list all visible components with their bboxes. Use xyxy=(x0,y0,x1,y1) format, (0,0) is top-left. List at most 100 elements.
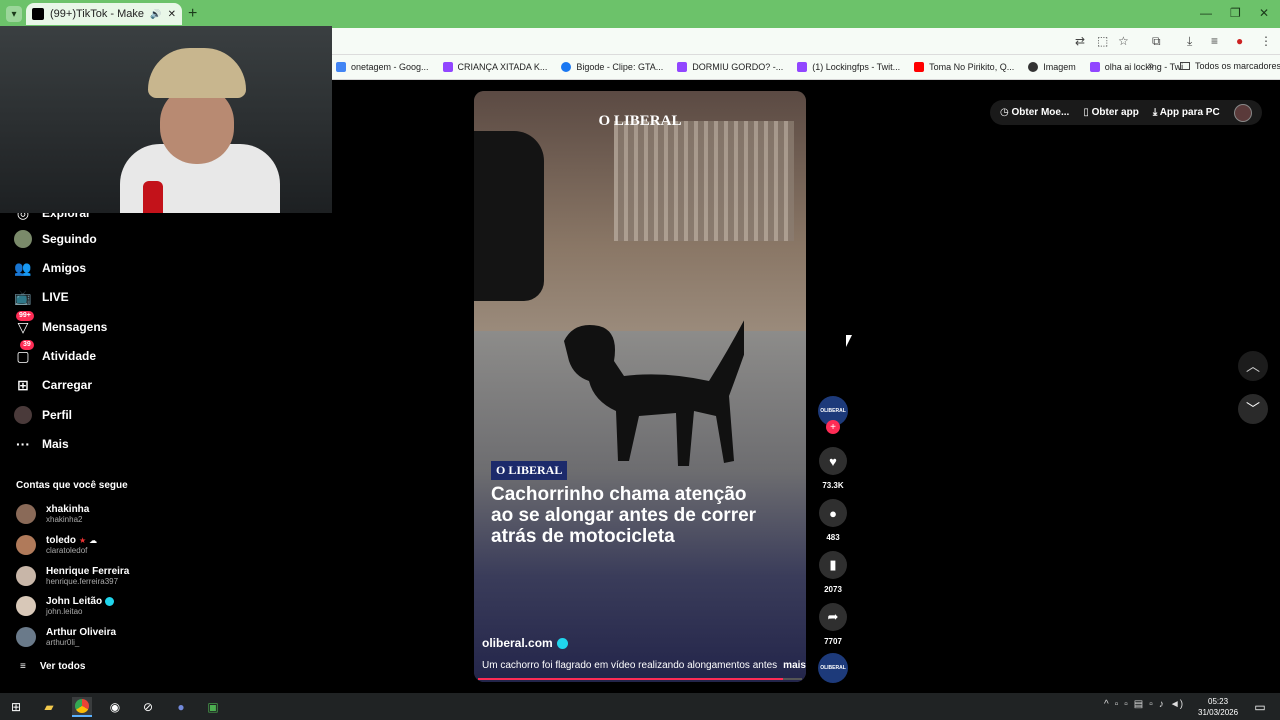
sidebar-item-label: Amigos xyxy=(42,261,87,275)
get-app-button[interactable]: ▯ Obter app xyxy=(1083,107,1139,118)
bookmark-icon: ▮ xyxy=(829,557,837,572)
notification-icon[interactable]: ▭ xyxy=(1250,697,1270,717)
get-coins-button[interactable]: ◷ Obter Moe... xyxy=(1000,107,1069,118)
sidebar-item-label: Mensagens xyxy=(42,320,108,334)
extensions-icon[interactable]: ⧉ xyxy=(1152,34,1161,49)
bookmark-item[interactable]: olha ai locking - Twi... xyxy=(1089,62,1191,72)
account-username: claratoledof xyxy=(46,546,88,555)
bookmark-item[interactable]: onetagem - Goog... xyxy=(336,62,429,72)
bookmark-item[interactable]: CRIANÇA XITADA K... xyxy=(442,62,547,72)
all-bookmarks-button[interactable]: Todos os marcadores xyxy=(1180,61,1280,71)
microphone-icon[interactable]: ♪ xyxy=(1159,699,1164,710)
bookmark-item[interactable]: DORMIU GORDO? -... xyxy=(677,62,783,72)
sidebar-item-atividade[interactable]: ▢ 39 Atividade xyxy=(14,340,96,365)
system-clock[interactable]: 05:23 31/03/2026 xyxy=(1198,696,1238,718)
bookmark-label: Imagem xyxy=(1043,62,1076,72)
new-tab-button[interactable]: + xyxy=(188,6,197,22)
profile-avatar[interactable] xyxy=(1233,103,1252,122)
bookmark-item[interactable]: (1) Lockingfps - Twit... xyxy=(797,62,900,72)
followed-account[interactable]: xhakinha xhakinha2 xyxy=(16,504,89,524)
bookmark-star-icon[interactable]: ☆ xyxy=(1118,34,1129,48)
share-group: ➦ 7707 xyxy=(818,603,848,646)
windows-start-icon[interactable]: ⊞ xyxy=(6,697,26,717)
restore-icon[interactable]: ❐ xyxy=(1230,6,1241,20)
tray-app-icon[interactable]: ▫ xyxy=(1115,699,1119,710)
activity-badge: 39 xyxy=(20,340,34,350)
gpu-tweak-icon[interactable]: ⊘ xyxy=(138,697,158,717)
bookmark-item[interactable]: Toma No Pirikito, Q... xyxy=(914,62,1014,72)
see-all-button[interactable]: ≡ Ver todos xyxy=(20,661,85,672)
network-icon[interactable]: ▤ xyxy=(1134,699,1143,710)
twitch-icon xyxy=(442,62,453,72)
tray-app-icon[interactable]: ▫ xyxy=(1124,699,1128,710)
bookmark-item[interactable]: Imagem xyxy=(1028,62,1076,72)
translate-icon[interactable]: ⇄ xyxy=(1075,34,1085,48)
activity-icon: ▢ 39 xyxy=(14,340,34,365)
next-video-button[interactable]: ﹀ xyxy=(1238,394,1268,424)
minimize-icon[interactable]: — xyxy=(1200,6,1212,20)
sidebar-item-seguindo[interactable]: Seguindo xyxy=(14,230,97,248)
chevron-down-icon: ﹀ xyxy=(1246,401,1260,417)
followed-account[interactable]: Henrique Ferreira henrique.ferreira397 xyxy=(16,566,129,586)
chrome-icon[interactable] xyxy=(72,697,92,717)
download-icon[interactable]: ⤓ xyxy=(1187,34,1192,49)
bookmarks-overflow-button[interactable]: » xyxy=(1148,60,1154,72)
save-button[interactable]: ▮ xyxy=(819,551,847,579)
like-button[interactable]: ♥ xyxy=(819,447,847,475)
bookmark-item[interactable]: Bigode - Clipe: GTA... xyxy=(561,62,663,72)
avatar xyxy=(16,566,36,586)
extension-shield-icon[interactable]: ● xyxy=(1236,34,1243,48)
following-section-title: Contas que você segue xyxy=(16,480,128,491)
verified-icon xyxy=(556,637,568,649)
messages-badge: 99+ xyxy=(16,311,34,321)
share-button[interactable]: ➦ xyxy=(819,603,847,631)
sidebar-item-perfil[interactable]: Perfil xyxy=(14,406,72,424)
like-count: 73.3K xyxy=(822,481,844,490)
discord-icon[interactable]: ● xyxy=(171,697,191,717)
tray-overflow-icon[interactable]: ^ xyxy=(1104,699,1109,710)
steam-icon[interactable]: ◉ xyxy=(105,697,125,717)
video-player[interactable]: O LIBERAL O LIBERAL Cachorrinho chama at… xyxy=(474,91,806,682)
tab-list-button[interactable]: ▾ xyxy=(6,6,22,22)
sidebar-item-mensagens[interactable]: ▽ 99+ Mensagens xyxy=(14,311,108,336)
followed-account[interactable]: John Leitão john.leitao xyxy=(16,596,115,616)
volume-icon[interactable]: ◄) xyxy=(1170,699,1183,710)
video-author[interactable]: oliberal.com xyxy=(482,636,568,650)
sidebar-item-carregar[interactable]: ⊞ Carregar xyxy=(14,376,92,394)
browser-menu-icon[interactable]: ⋮ xyxy=(1260,34,1272,48)
sidebar-item-amigos[interactable]: 👥 Amigos xyxy=(14,259,86,277)
sidebar-item-mais[interactable]: ··· Mais xyxy=(14,435,69,453)
top-actions-bar: ◷ Obter Moe... ▯ Obter app ⤓ App para PC xyxy=(990,100,1262,125)
tray-app-icon[interactable]: ▫ xyxy=(1149,699,1153,710)
comment-button[interactable]: ● xyxy=(819,499,847,527)
more-link[interactable]: mais xyxy=(783,660,806,671)
video-progress-bar[interactable] xyxy=(478,678,802,680)
heart-icon: ♥ xyxy=(829,453,837,469)
twitch-icon xyxy=(797,62,808,72)
coin-icon: ◷ xyxy=(1000,107,1009,118)
pc-app-button[interactable]: ⤓ App para PC xyxy=(1153,107,1220,118)
sidebar-item-live[interactable]: 📺 LIVE xyxy=(14,288,68,306)
followed-account[interactable]: toledo ★ ☁ claratoledof xyxy=(16,535,97,555)
account-username: john.leitao xyxy=(46,607,83,616)
live-tv-icon: 📺 xyxy=(14,288,32,305)
follow-plus-icon[interactable]: + xyxy=(826,420,840,434)
mouse-cursor xyxy=(846,335,852,347)
terminal-app-icon[interactable]: ▣ xyxy=(203,697,223,717)
followed-account[interactable]: Arthur Oliveira arthur0li_ xyxy=(16,627,116,647)
previous-video-button[interactable]: ︿ xyxy=(1238,351,1268,381)
speaker-icon[interactable]: 🔊 xyxy=(150,9,161,20)
video-watermark-logo: O LIBERAL xyxy=(598,113,682,129)
upload-icon: ⊞ xyxy=(17,376,29,393)
install-icon[interactable]: ⬚ xyxy=(1097,34,1108,48)
file-explorer-icon[interactable]: ▰ xyxy=(39,697,59,717)
dog-image xyxy=(564,320,744,466)
download-icon: ⤓ xyxy=(1152,107,1158,118)
media-controls-icon[interactable]: ≡ xyxy=(1211,34,1218,48)
tab-close-icon[interactable]: ✕ xyxy=(168,9,176,20)
music-disc[interactable]: OLIBERAL xyxy=(818,653,848,683)
bookmark-label: DORMIU GORDO? -... xyxy=(692,62,784,72)
browser-tab[interactable]: (99+)TikTok - Make Your Day 🔊 ✕ xyxy=(26,3,182,25)
close-window-icon[interactable]: ✕ xyxy=(1259,6,1269,20)
youtube-icon xyxy=(914,62,925,72)
